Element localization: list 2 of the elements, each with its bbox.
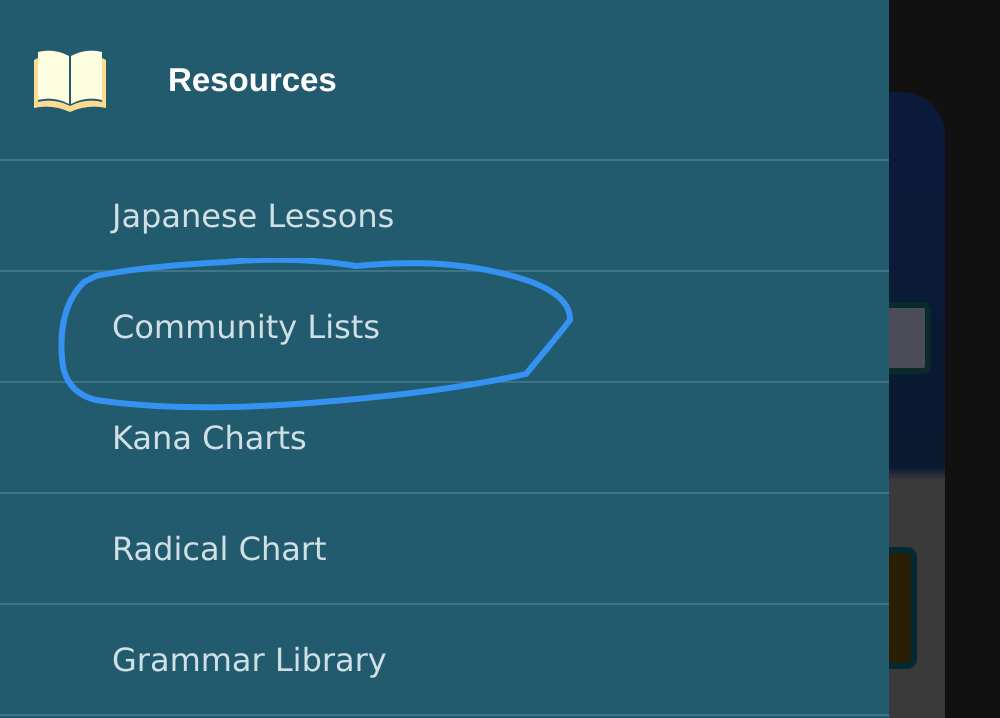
- drawer-title: Resources: [168, 60, 337, 98]
- open-book-icon: [32, 48, 108, 112]
